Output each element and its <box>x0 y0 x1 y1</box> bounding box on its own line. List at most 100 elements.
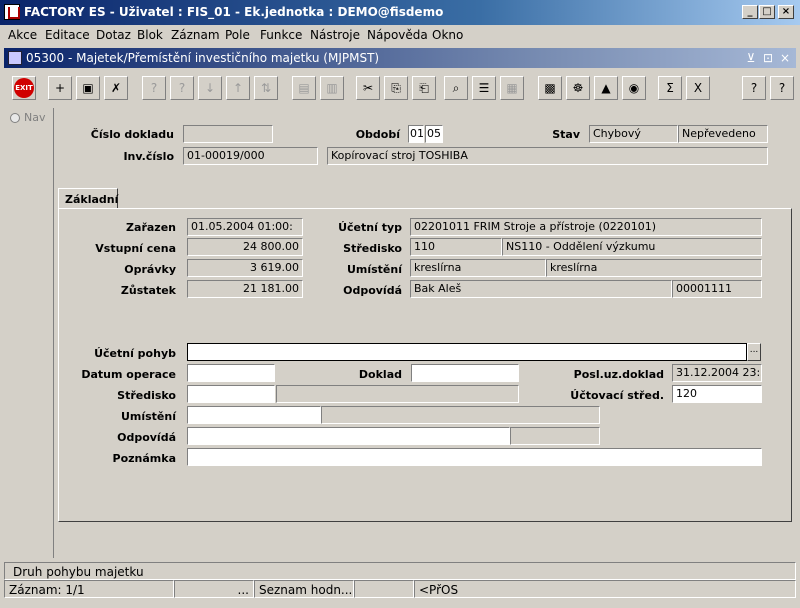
tab-zakladni[interactable]: Základní <box>58 188 118 209</box>
factory-app-icon <box>4 4 20 20</box>
cislo-dokladu-field[interactable] <box>183 125 273 143</box>
zustatek-field: 21 181.00 <box>187 280 303 298</box>
list-icon: ☰ <box>478 81 490 95</box>
new-record-button[interactable]: + <box>48 76 72 100</box>
wheel-button[interactable]: ☸ <box>566 76 590 100</box>
obdobi-label: Období <box>355 128 400 141</box>
copy-button[interactable]: ⎘ <box>384 76 408 100</box>
help-icon: ? <box>750 81 758 95</box>
odpovida-label: Odpovídá <box>343 284 402 297</box>
status-mode: <PřOS <box>414 580 796 598</box>
print-button[interactable]: ▤ <box>292 76 316 100</box>
menu-zaznam[interactable]: Záznam <box>171 28 220 42</box>
vstupni-cena-label: Vstupní cena <box>95 242 176 255</box>
datum-operace-field[interactable] <box>187 364 275 382</box>
form-minimize-icon[interactable]: ⊻ <box>744 51 758 65</box>
form-close-icon[interactable]: × <box>778 51 792 65</box>
help-button[interactable]: ? <box>742 76 766 100</box>
sort-multi-button[interactable]: ⇅ <box>254 76 278 100</box>
query-enter-button[interactable]: ? <box>142 76 166 100</box>
sort-asc-icon: ↓ <box>204 81 216 95</box>
prevod-field: Nepřevedeno <box>678 125 768 143</box>
cislo-dokladu-label: Číslo dokladu <box>90 128 174 141</box>
obdobi-month-field[interactable]: 01 <box>408 125 424 143</box>
nav-radio[interactable] <box>10 113 20 123</box>
close-button[interactable]: × <box>778 5 794 19</box>
menu-napoveda[interactable]: Nápověda <box>367 28 428 42</box>
disk-button[interactable]: ◉ <box>622 76 646 100</box>
menu-blok[interactable]: Blok <box>137 28 163 42</box>
minimize-button[interactable]: _ <box>742 5 758 19</box>
columns-icon: ▦ <box>506 81 518 95</box>
columns-button[interactable]: ▦ <box>500 76 524 100</box>
ucetni-pohyb-field[interactable] <box>187 343 747 361</box>
exit-button[interactable]: EXIT <box>12 76 36 100</box>
opravky-label: Oprávky <box>124 263 176 276</box>
stredisko-name-field: NS110 - Oddělení výzkumu <box>502 238 762 256</box>
print-preview-button[interactable]: ▥ <box>320 76 344 100</box>
ucetni-pohyb-lov-button[interactable]: ... <box>747 343 761 361</box>
zustatek-label: Zůstatek <box>120 284 176 297</box>
list-button[interactable]: ☰ <box>472 76 496 100</box>
menu-editace[interactable]: Editace <box>45 28 90 42</box>
doklad-field[interactable] <box>411 364 519 382</box>
menu-bar: Akce Editace Dotaz Blok Záznam Pole Funk… <box>0 25 800 46</box>
pohyb-odpovida-label: Odpovídá <box>117 431 176 444</box>
hint-bar: Druh pohybu majetku <box>4 562 796 580</box>
sort-desc-icon: ↑ <box>232 81 244 95</box>
poznamka-label: Poznámka <box>112 452 176 465</box>
sort-multi-icon: ⇅ <box>260 81 272 95</box>
app-title-bar: FACTORY ES - Uživatel : FIS_01 - Ek.jedn… <box>0 0 800 25</box>
sigma-button[interactable]: Σ <box>658 76 682 100</box>
inv-cislo-label: Inv.číslo <box>123 150 174 163</box>
ucetni-pohyb-label: Účetní pohyb <box>94 347 176 360</box>
menu-dotaz[interactable]: Dotaz <box>96 28 131 42</box>
stredisko-label: Středisko <box>343 242 402 255</box>
sort-asc-button[interactable]: ↓ <box>198 76 222 100</box>
form-title-bar: 05300 - Majetek/Přemístění investičního … <box>4 48 796 68</box>
stav-label: Stav <box>552 128 580 141</box>
app-title: FACTORY ES - Uživatel : FIS_01 - Ek.jedn… <box>24 5 444 19</box>
menu-pole[interactable]: Pole <box>225 28 250 42</box>
excel-icon: X <box>693 81 703 95</box>
paste-button[interactable]: ⎗ <box>412 76 436 100</box>
poznamka-field[interactable] <box>187 448 762 466</box>
pohyb-stredisko-desc <box>276 385 519 403</box>
save-button[interactable]: ▣ <box>76 76 100 100</box>
pohyb-umisteni-desc <box>321 406 600 424</box>
pohyb-stredisko-field[interactable] <box>187 385 275 403</box>
obdobi-sub-field[interactable]: 05 <box>425 125 443 143</box>
search-button[interactable]: ⌕ <box>444 76 468 100</box>
delete-record-button[interactable]: ✗ <box>104 76 128 100</box>
umisteni-label: Umístění <box>346 263 402 276</box>
cut-button[interactable]: ✂ <box>356 76 380 100</box>
mountain-button[interactable]: ▲ <box>594 76 618 100</box>
pohyb-odpovida-field[interactable] <box>187 427 510 445</box>
datum-operace-label: Datum operace <box>81 368 176 381</box>
excel-button[interactable]: X <box>686 76 710 100</box>
delete-record-icon: ✗ <box>110 81 122 95</box>
menu-nastroje[interactable]: Nástroje <box>310 28 360 42</box>
stav-field: Chybový <box>589 125 678 143</box>
paste-icon: ⎗ <box>419 80 429 95</box>
calculator-button[interactable]: ▩ <box>538 76 562 100</box>
maximize-button[interactable]: □ <box>759 5 775 19</box>
inv-cislo-field[interactable]: 01-00019/000 <box>183 147 318 165</box>
search-icon: ⌕ <box>452 80 460 95</box>
uctovaci-stred-field[interactable]: 120 <box>672 385 762 403</box>
context-help-button[interactable]: ? <box>770 76 794 100</box>
menu-funkce[interactable]: Funkce <box>260 28 302 42</box>
print-preview-icon: ▥ <box>326 81 338 95</box>
uctovaci-stred-label: Účtovací střed. <box>570 389 664 402</box>
save-icon: ▣ <box>82 81 94 95</box>
form-restore-icon[interactable]: ⊡ <box>761 51 775 65</box>
new-record-icon: + <box>54 81 66 95</box>
menu-okno[interactable]: Okno <box>432 28 463 42</box>
pohyb-umisteni-field[interactable] <box>187 406 321 424</box>
sort-desc-button[interactable]: ↑ <box>226 76 250 100</box>
menu-akce[interactable]: Akce <box>8 28 37 42</box>
query-execute-button[interactable]: ? <box>170 76 194 100</box>
odpovida-name-field: Bak Aleš <box>410 280 672 298</box>
posl-uz-doklad-label: Posl.uz.doklad <box>573 368 664 381</box>
umisteni-code-field: kreslírna <box>410 259 546 277</box>
